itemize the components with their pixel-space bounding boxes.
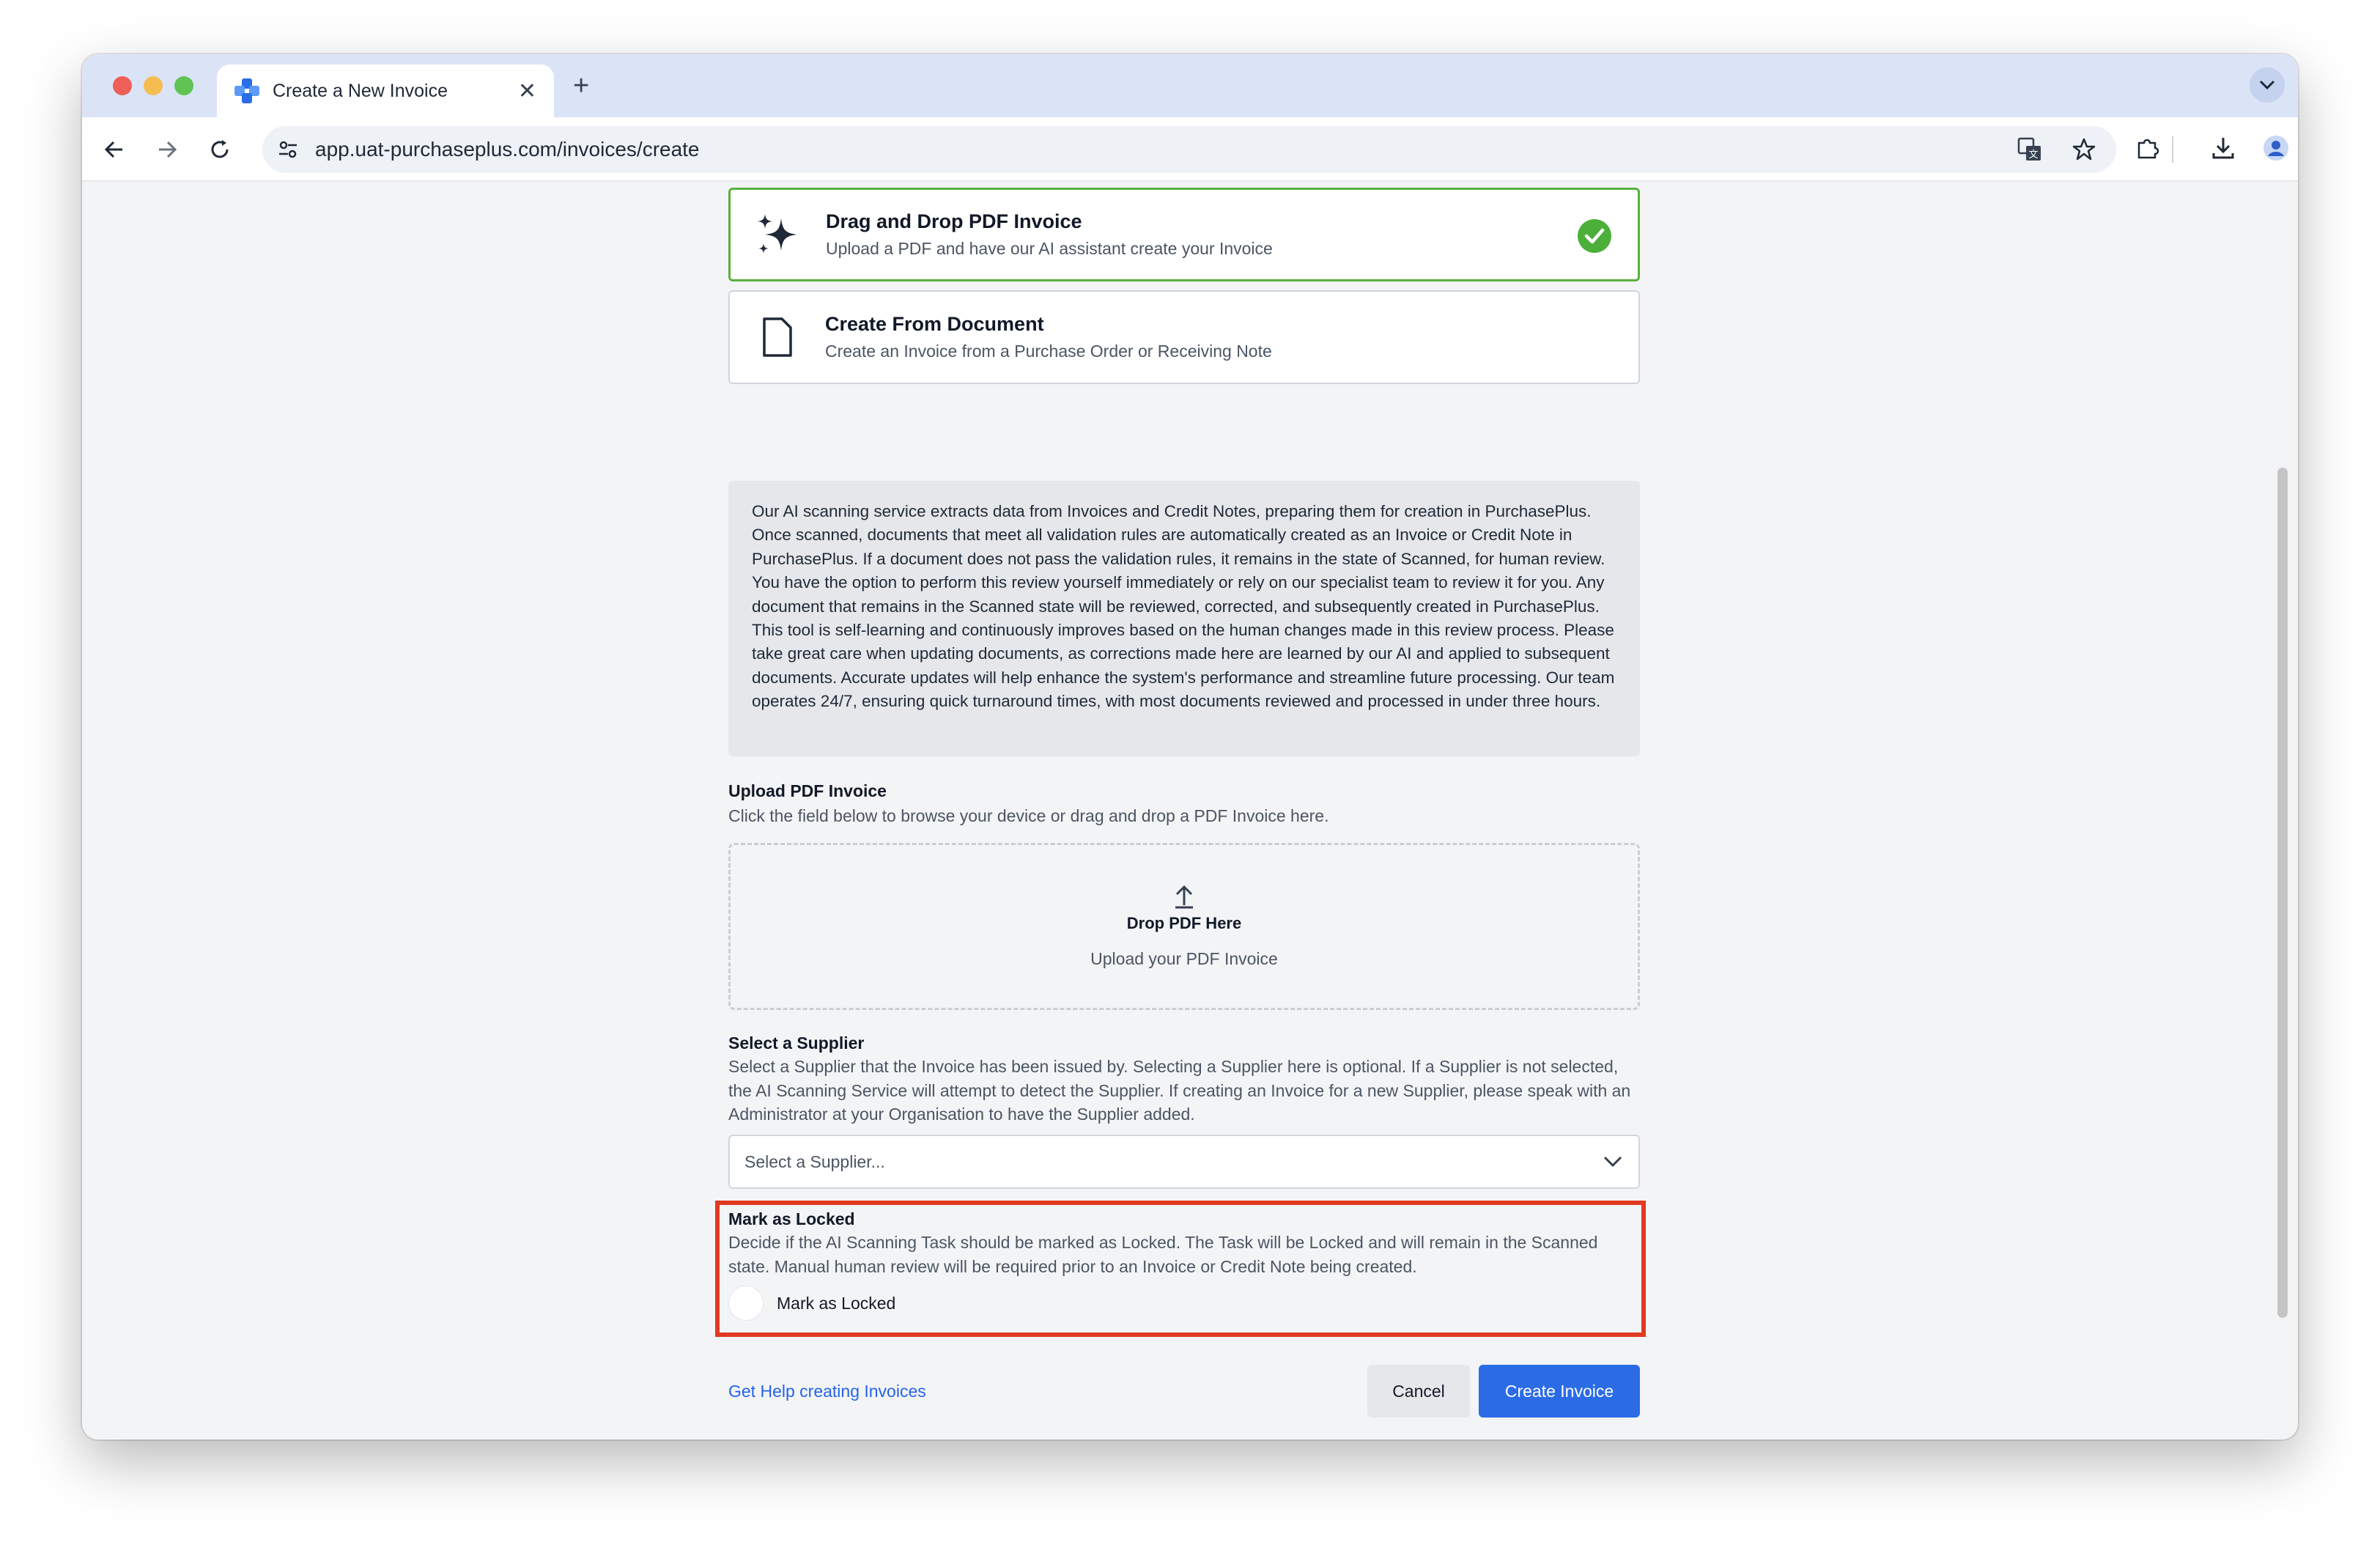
browser-window: Create a New Invoice ✕ + app.uat-purchas… — [82, 54, 2298, 1440]
address-bar[interactable]: app.uat-purchaseplus.com/invoices/create… — [262, 126, 2116, 173]
svg-text:文: 文 — [2028, 150, 2038, 161]
chevron-down-icon — [2259, 80, 2275, 90]
browser-tab[interactable]: Create a New Invoice ✕ — [217, 64, 554, 117]
page-content: Drag and Drop PDF Invoice Upload a PDF a… — [82, 182, 2298, 1440]
maximize-window-button[interactable] — [174, 76, 193, 95]
supplier-label: Select a Supplier — [728, 1033, 865, 1053]
option-title: Create From Document — [825, 313, 1044, 335]
site-settings-icon[interactable] — [277, 139, 299, 161]
cancel-button[interactable]: Cancel — [1367, 1365, 1470, 1418]
supplier-section-header: Select a Supplier Select a Supplier that… — [728, 1033, 1640, 1127]
extensions-button[interactable] — [2131, 132, 2163, 164]
chevron-down-icon — [1587, 1156, 1638, 1168]
upload-label: Upload PDF Invoice — [728, 781, 887, 800]
tab-title: Create a New Invoice — [273, 80, 448, 101]
create-invoice-button[interactable]: Create Invoice — [1479, 1365, 1640, 1418]
forward-button[interactable] — [151, 133, 183, 166]
dropzone-title: Drop PDF Here — [1126, 913, 1242, 932]
translate-icon[interactable]: 文 — [2014, 133, 2046, 166]
back-arrow-icon — [104, 141, 122, 158]
download-icon — [2212, 138, 2234, 159]
upload-section-header: Upload PDF Invoice Click the field below… — [728, 781, 1640, 828]
pdf-dropzone[interactable]: Drop PDF Here Upload your PDF Invoice — [728, 843, 1640, 1010]
dropzone-subtitle: Upload your PDF Invoice — [1090, 948, 1278, 968]
avatar-icon — [2263, 136, 2288, 161]
new-tab-icon[interactable]: + — [573, 70, 589, 102]
back-button[interactable] — [98, 133, 130, 166]
downloads-button[interactable] — [2207, 132, 2239, 164]
lock-toggle-label: Mark as Locked — [777, 1293, 896, 1313]
close-tab-icon[interactable]: ✕ — [518, 78, 536, 104]
tab-strip: Create a New Invoice ✕ + — [82, 54, 2298, 117]
tab-search-button[interactable] — [2250, 67, 2285, 103]
site-favicon-icon — [234, 78, 259, 103]
supplier-description: Select a Supplier that the Invoice has b… — [728, 1057, 1631, 1124]
forward-arrow-icon — [159, 141, 177, 158]
help-link[interactable]: Get Help creating Invoices — [728, 1382, 926, 1401]
document-icon — [730, 316, 825, 358]
upload-description: Click the field below to browse your dev… — [728, 806, 1329, 825]
url-text: app.uat-purchaseplus.com/invoices/create — [315, 138, 700, 161]
lock-label: Mark as Locked — [728, 1209, 855, 1228]
option-title: Drag and Drop PDF Invoice — [826, 210, 1082, 232]
browser-toolbar: app.uat-purchaseplus.com/invoices/create… — [82, 117, 2298, 182]
option-description: Create an Invoice from a Purchase Order … — [825, 342, 1272, 361]
profile-button[interactable] — [2260, 132, 2292, 164]
option-drag-drop-pdf[interactable]: Drag and Drop PDF Invoice Upload a PDF a… — [728, 188, 1640, 281]
lock-description: Decide if the AI Scanning Task should be… — [728, 1233, 1598, 1276]
mark-as-locked-toggle[interactable]: Mark as Locked — [728, 1286, 895, 1321]
bookmark-star-icon[interactable] — [2068, 133, 2100, 166]
puzzle-icon — [2137, 139, 2159, 159]
supplier-select-placeholder: Select a Supplier... — [744, 1151, 885, 1171]
close-window-button[interactable] — [113, 76, 132, 95]
upload-icon — [1175, 885, 1193, 908]
page-scrollbar[interactable] — [2277, 468, 2288, 1318]
lock-section-header: Mark as Locked Decide if the AI Scanning… — [728, 1209, 1640, 1278]
toolbar-divider — [2172, 136, 2173, 163]
sparkles-icon — [731, 211, 826, 258]
lock-checkbox[interactable] — [728, 1286, 764, 1321]
option-description: Upload a PDF and have our AI assistant c… — [826, 239, 1273, 258]
minimize-window-button[interactable] — [144, 76, 163, 95]
window-controls — [113, 76, 193, 95]
check-circle-icon — [1578, 219, 1611, 253]
reload-icon — [211, 140, 229, 158]
reload-button[interactable] — [204, 133, 236, 166]
option-create-from-document[interactable]: Create From Document Create an Invoice f… — [728, 290, 1640, 384]
ai-scanning-info: Our AI scanning service extracts data fr… — [728, 481, 1640, 756]
supplier-select[interactable]: Select a Supplier... — [728, 1135, 1640, 1189]
